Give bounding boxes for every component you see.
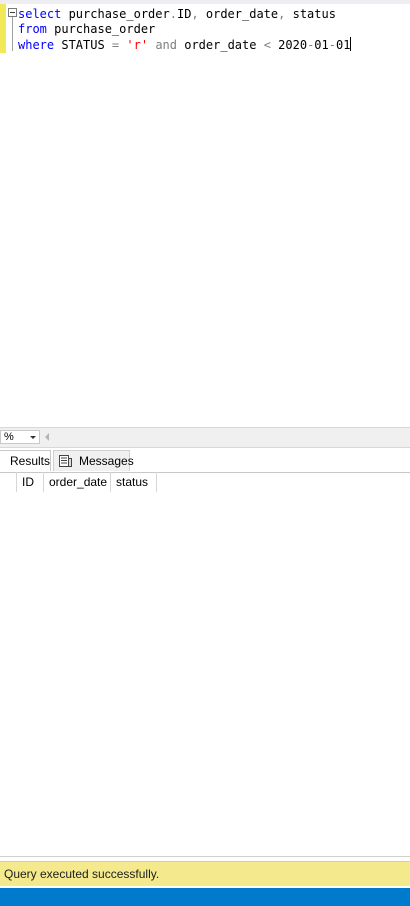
keyword-and: and bbox=[155, 38, 177, 52]
operator-comma: , bbox=[191, 7, 199, 21]
status-message: Query executed successfully. bbox=[4, 867, 160, 881]
query-status-bar: Query executed successfully. bbox=[0, 861, 410, 886]
identifier-order-date: order_date bbox=[198, 7, 279, 21]
identifier-status: status bbox=[285, 7, 336, 21]
collapse-icon[interactable] bbox=[8, 8, 17, 17]
messages-icon bbox=[59, 455, 72, 467]
query-editor[interactable]: select purchase_order.ID, order_date, st… bbox=[0, 4, 410, 427]
code-line-1[interactable]: select purchase_order.ID, order_date, st… bbox=[18, 7, 336, 22]
identifier-status-column: STATUS bbox=[54, 38, 112, 52]
outline-guide bbox=[12, 17, 13, 51]
column-header-id[interactable]: ID bbox=[17, 472, 44, 492]
keyword-where: where bbox=[18, 38, 55, 52]
chevron-down-icon bbox=[30, 436, 36, 439]
keyword-select: select bbox=[18, 7, 62, 21]
identifier-id: ID bbox=[176, 7, 192, 21]
column-header-order-date[interactable]: order_date bbox=[44, 472, 111, 492]
operator-minus: - bbox=[328, 38, 336, 52]
tab-results-label: Results bbox=[10, 454, 51, 468]
grid-corner-cell[interactable] bbox=[0, 472, 17, 492]
zoom-bar: % bbox=[0, 427, 410, 448]
tab-results[interactable]: Results bbox=[0, 450, 51, 471]
keyword-from: from bbox=[18, 22, 47, 36]
operator-less-than: < bbox=[263, 38, 271, 52]
identifier-order-date: order_date bbox=[177, 38, 264, 52]
change-tracking-bar bbox=[0, 4, 6, 53]
code-line-2[interactable]: from purchase_order bbox=[18, 22, 155, 37]
date-month: 01 bbox=[314, 38, 329, 52]
results-grid-header: ID order_date status bbox=[0, 472, 410, 492]
zoom-dropdown[interactable]: % bbox=[0, 430, 40, 444]
string-literal: 'r' bbox=[126, 38, 149, 52]
operator-dot: . bbox=[169, 7, 177, 21]
code-line-3[interactable]: where STATUS = 'r' and order_date < 2020… bbox=[18, 37, 352, 52]
identifier-table: purchase_order bbox=[61, 7, 170, 21]
tab-messages[interactable]: Messages bbox=[53, 450, 134, 471]
date-year: 2020 bbox=[270, 38, 308, 52]
tab-messages-label: Messages bbox=[79, 454, 134, 468]
scroll-left-icon[interactable] bbox=[45, 433, 49, 441]
zoom-value: % bbox=[4, 431, 14, 443]
column-header-status[interactable]: status bbox=[111, 472, 157, 492]
identifier-table: purchase_order bbox=[46, 22, 156, 36]
text-caret bbox=[350, 37, 352, 51]
date-day: 01 bbox=[335, 38, 351, 52]
divider bbox=[0, 856, 410, 857]
app-status-bar bbox=[0, 888, 410, 906]
results-tab-bar: Results Messages bbox=[0, 448, 410, 473]
